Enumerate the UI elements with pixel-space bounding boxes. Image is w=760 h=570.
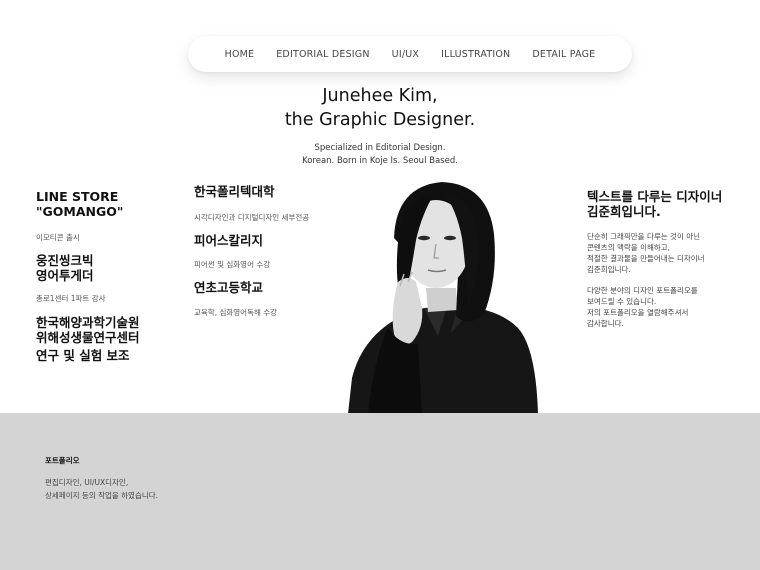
footer-description: 편집디자인, UI/UX디자인, 상세페이지 등의 작업을 하였습니다. — [45, 476, 158, 502]
profile-photo — [338, 178, 540, 414]
hero-subtitle: Specialized in Editorial Design. Korean.… — [0, 142, 760, 168]
career-title-2-line2: 영어투게더 — [36, 268, 94, 283]
footer-line1: 편집디자인, UI/UX디자인, — [45, 478, 129, 487]
hero-sub-line2: Korean. Born in Koje Is. Seoul Based. — [302, 156, 458, 166]
intro-p2-line2: 보여드릴 수 있습니다. — [587, 297, 657, 306]
intro-title-line2: 김준희입니다. — [587, 204, 661, 219]
career-title-3-line2: 위해성생물연구센터 — [36, 330, 140, 345]
career-title-2-line1: 웅진씽크빅 — [36, 253, 94, 268]
intro-p2-line4: 감사합니다. — [587, 319, 624, 328]
hero-title-line1: Junehee Kim, — [322, 86, 438, 106]
intro-p1-line3: 적절한 결과물을 만들어내는 디자이너 — [587, 254, 705, 263]
portfolio-footer: 포트폴리오 편집디자인, UI/UX디자인, 상세페이지 등의 작업을 하였습니… — [0, 413, 760, 570]
education-title-2: 피어스칼리지 — [194, 233, 264, 248]
nav-detail-page[interactable]: DETAIL PAGE — [521, 49, 606, 60]
intro-paragraph-2: 다양한 분야의 디자인 포트폴리오를 보여드릴 수 있습니다. 저의 포트폴리오… — [587, 285, 737, 329]
footer-title: 포트폴리오 — [45, 456, 80, 465]
hero-title-line2: the Graphic Designer. — [284, 110, 476, 130]
intro-p1-line1: 단순히 그래픽만을 다루는 것이 아닌 — [587, 232, 701, 241]
career-title-1-line2: "GOMANGO" — [36, 204, 124, 219]
career-title-1-line1: LINE STORE — [36, 189, 119, 204]
footer-line2: 상세페이지 등의 작업을 하였습니다. — [45, 491, 159, 500]
nav-ui-ux[interactable]: UI/UX — [381, 49, 430, 60]
intro-title-line1: 텍스트를 다루는 디자이너 — [587, 189, 723, 204]
career-title-3-line1: 한국해양과학기술원 — [36, 315, 140, 330]
hero-title: Junehee Kim, the Graphic Designer. — [0, 84, 760, 132]
career-note-1: 이모티콘 출시 — [36, 233, 80, 242]
intro-column: 텍스트를 다루는 디자이너 김준희입니다. 단순히 그래픽만을 다루는 것이 아… — [587, 189, 737, 329]
intro-p1-line2: 콘텐츠의 맥락을 이해하고, — [587, 243, 671, 252]
nav-editorial-design[interactable]: EDITORIAL DESIGN — [265, 49, 380, 60]
education-title-3: 연초고등학교 — [194, 280, 264, 295]
education-title-1: 한국폴리텍대학 — [194, 184, 275, 199]
nav-illustration[interactable]: ILLUSTRATION — [430, 49, 521, 60]
intro-paragraph-1: 단순히 그래픽만을 다루는 것이 아닌 콘텐츠의 맥락을 이해하고, 적절한 결… — [587, 231, 737, 275]
nav-home[interactable]: HOME — [214, 49, 266, 60]
top-nav: HOME EDITORIAL DESIGN UI/UX ILLUSTRATION… — [188, 36, 632, 72]
education-note-1: 시각디자인과 디지털디자인 세부전공 — [194, 213, 310, 222]
career-title-3: 한국해양과학기술원 위해성생물연구센터 연구 및 실험 보조 — [36, 315, 186, 363]
education-note-3: 교육학, 심화영어독해 수강 — [194, 308, 278, 317]
education-note-2: 피어썬 및 심화영어 수강 — [194, 260, 271, 269]
intro-p1-line4: 김준희입니다. — [587, 265, 631, 274]
portrait-illustration — [348, 182, 538, 414]
education-column: 한국폴리텍대학 시각디자인과 디지털디자인 세부전공 피어스칼리지 피어썬 및 … — [194, 184, 344, 318]
career-title-1: LINE STORE "GOMANGO" — [36, 189, 186, 219]
intro-p2-line1: 다양한 분야의 디자인 포트폴리오를 — [587, 286, 698, 295]
intro-p2-line3: 저의 포트폴리오을 열람해주셔서 — [587, 308, 689, 317]
career-column: LINE STORE "GOMANGO" 이모티콘 출시 웅진씽크빅 영어투게더… — [36, 189, 186, 363]
hero-sub-line1: Specialized in Editorial Design. — [314, 143, 446, 153]
career-title-3-line3: 연구 및 실험 보조 — [36, 348, 130, 363]
career-title-2: 웅진씽크빅 영어투게더 — [36, 253, 186, 283]
intro-title: 텍스트를 다루는 디자이너 김준희입니다. — [587, 189, 737, 219]
career-note-2: 총로1센터 1파트 강사 — [36, 294, 106, 303]
